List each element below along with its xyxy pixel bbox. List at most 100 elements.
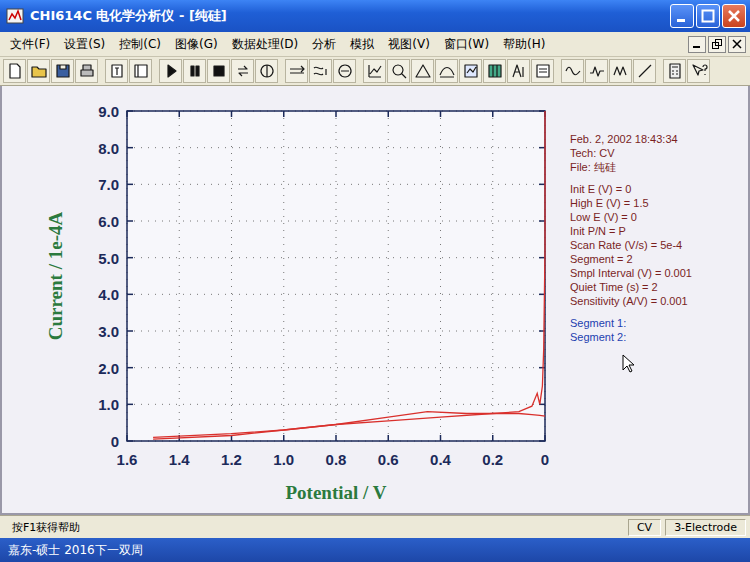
menu-item[interactable]: 控制(C) bbox=[113, 34, 167, 55]
grid-line bbox=[127, 147, 545, 148]
menu-item[interactable]: 分析 bbox=[306, 34, 342, 55]
plot-area bbox=[127, 111, 545, 441]
menu-item[interactable]: 图像(G) bbox=[169, 34, 224, 55]
tick-mark bbox=[127, 294, 133, 296]
toolbar-button[interactable] bbox=[207, 59, 230, 83]
toolbar-button[interactable] bbox=[159, 59, 182, 83]
grid-line bbox=[440, 111, 441, 441]
toolbar-button[interactable] bbox=[27, 59, 50, 83]
info-parameter: Scan Rate (V/s) = 5e-4 bbox=[570, 238, 744, 252]
toolbar-button[interactable] bbox=[105, 59, 128, 83]
y-tick-label: 3.0 bbox=[98, 323, 119, 340]
taskbar: 嘉东-硕士 2016下一双周 bbox=[0, 538, 750, 562]
y-tick-label: 0 bbox=[111, 433, 119, 450]
child-minimize-button[interactable] bbox=[688, 36, 706, 53]
toolbar-button[interactable] bbox=[609, 59, 632, 83]
help-icon bbox=[689, 61, 709, 81]
tick-mark bbox=[283, 435, 285, 441]
x-tick-label: 1.6 bbox=[117, 451, 138, 468]
toolbar-button[interactable] bbox=[51, 59, 74, 83]
toolbar-button[interactable] bbox=[459, 59, 482, 83]
x-tick-label: 1.0 bbox=[273, 451, 294, 468]
toolbar-button[interactable] bbox=[585, 59, 608, 83]
toolbar-button[interactable] bbox=[687, 59, 710, 83]
toolbar-button[interactable] bbox=[333, 59, 356, 83]
menu-item[interactable]: 视图(V) bbox=[382, 34, 436, 55]
tick-mark bbox=[283, 111, 285, 117]
toolbar-button[interactable] bbox=[435, 59, 458, 83]
menu-item[interactable]: 帮助(H) bbox=[497, 34, 551, 55]
toolbar-button[interactable] bbox=[483, 59, 506, 83]
maximize-button[interactable] bbox=[696, 4, 720, 28]
smooth-icon bbox=[437, 61, 457, 81]
pause-icon bbox=[185, 61, 205, 81]
close-button[interactable] bbox=[722, 4, 746, 28]
color-icon bbox=[485, 61, 505, 81]
tick-mark bbox=[179, 111, 181, 117]
probe-icon bbox=[635, 61, 655, 81]
toolbar-button[interactable] bbox=[231, 59, 254, 83]
tick-mark bbox=[539, 367, 545, 369]
menu-bar: 文件(F)设置(S)控制(C)图像(G)数据处理(D)分析模拟视图(V)窗口(W… bbox=[0, 32, 750, 57]
info-header: Tech: CV bbox=[570, 146, 744, 160]
taskbar-text: 嘉东-硕士 2016下一双周 bbox=[8, 542, 143, 559]
minimize-button[interactable] bbox=[670, 4, 694, 28]
toolbar-button[interactable] bbox=[363, 59, 386, 83]
grid-line bbox=[127, 257, 545, 258]
menu-item[interactable]: 模拟 bbox=[344, 34, 380, 55]
toolbar-button[interactable] bbox=[309, 59, 332, 83]
toolbar-button[interactable] bbox=[663, 59, 686, 83]
toolbar-button[interactable] bbox=[633, 59, 656, 83]
parameter-icon bbox=[335, 61, 355, 81]
info-parameter: Quiet Time (s) = 2 bbox=[570, 280, 744, 294]
tick-mark bbox=[127, 257, 133, 259]
grid-line bbox=[283, 111, 284, 441]
y-tick-label: 6.0 bbox=[98, 213, 119, 230]
app-window: CHI614C 电化学分析仪 - [纯硅]文件(F)设置(S)控制(C)图像(G… bbox=[0, 0, 750, 562]
info-parameter: Sensitivity (A/V) = 0.001 bbox=[570, 294, 744, 308]
tick-mark bbox=[231, 111, 233, 117]
pulse-icon bbox=[587, 61, 607, 81]
repeat-icon bbox=[233, 61, 253, 81]
toolbar-button[interactable] bbox=[183, 59, 206, 83]
toolbar-button[interactable] bbox=[75, 59, 98, 83]
add-icon bbox=[311, 61, 331, 81]
grid-line bbox=[231, 111, 232, 441]
menu-item[interactable]: 窗口(W) bbox=[438, 34, 495, 55]
toolbar-button[interactable] bbox=[507, 59, 530, 83]
status-bar: 按F1获得帮助CV3-Electrode bbox=[0, 515, 750, 538]
tick-mark bbox=[440, 111, 442, 117]
segment-label: Segment 1: bbox=[570, 316, 744, 330]
menu-item[interactable]: 数据处理(D) bbox=[226, 34, 305, 55]
toolbar-button[interactable] bbox=[285, 59, 308, 83]
y-tick-label: 2.0 bbox=[98, 360, 119, 377]
maximize-icon bbox=[698, 6, 718, 26]
toolbar-button[interactable] bbox=[561, 59, 584, 83]
tick-mark bbox=[539, 440, 545, 442]
menu-item[interactable]: 设置(S) bbox=[58, 34, 111, 55]
tick-mark bbox=[440, 435, 442, 441]
toolbar-button[interactable] bbox=[129, 59, 152, 83]
toolbar-button[interactable] bbox=[3, 59, 26, 83]
toolbar-button[interactable] bbox=[531, 59, 554, 83]
tick-mark bbox=[539, 220, 545, 222]
toolbar-button[interactable] bbox=[387, 59, 410, 83]
toolbar-button[interactable] bbox=[411, 59, 434, 83]
mouse-cursor-icon bbox=[622, 354, 636, 374]
toolbar-button[interactable] bbox=[255, 59, 278, 83]
cv-chart: 9.08.07.06.05.04.03.02.01.001.61.41.21.0… bbox=[2, 86, 562, 518]
status-cell: 3-Electrode bbox=[665, 519, 746, 536]
font-icon bbox=[509, 61, 529, 81]
graph-icon bbox=[365, 61, 385, 81]
overlay-icon bbox=[287, 61, 307, 81]
wave-icon bbox=[563, 61, 583, 81]
menu-item[interactable]: 文件(F) bbox=[4, 34, 56, 55]
tick-mark bbox=[388, 435, 390, 441]
tick-mark bbox=[127, 184, 133, 186]
toolbar-separator bbox=[99, 61, 104, 81]
child-restore-button[interactable] bbox=[708, 36, 726, 53]
report-icon bbox=[533, 61, 553, 81]
toolbar bbox=[0, 57, 750, 86]
child-close-button[interactable] bbox=[728, 36, 746, 53]
tick-mark bbox=[335, 111, 337, 117]
